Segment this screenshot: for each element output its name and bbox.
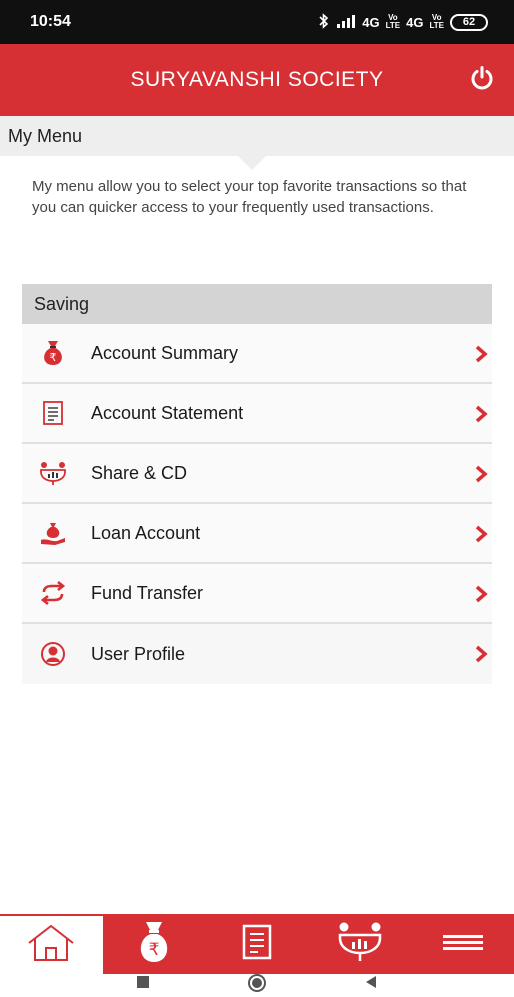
status-bar: 10:54 4G Vo LTE 4G Vo LTE 62 (0, 0, 514, 44)
nav-tab-account-summary[interactable]: ₹ (103, 914, 206, 974)
home-icon (25, 923, 77, 968)
bluetooth-icon (318, 12, 330, 32)
user-profile-icon (39, 640, 67, 668)
statement-icon (241, 923, 273, 966)
nav-tab-share-cd[interactable] (308, 914, 411, 974)
menu-header: My Menu (0, 116, 514, 156)
chevron-right-icon (474, 645, 488, 663)
power-icon[interactable] (468, 64, 496, 92)
nav-tab-statement[interactable] (206, 914, 309, 974)
menu-item-label: Share & CD (91, 462, 188, 483)
chevron-right-icon (474, 405, 488, 423)
share-chart-icon (336, 920, 384, 969)
menu-item-share-cd[interactable]: Share & CD (22, 444, 492, 504)
chevron-right-icon (474, 465, 488, 483)
bottom-nav: ₹ (0, 914, 514, 974)
transfer-arrows-icon (39, 579, 67, 607)
menu-bars-icon (442, 932, 483, 957)
network-type-label-2: 4G (406, 14, 424, 30)
menu-item-label: Account Summary (91, 342, 239, 363)
nav-tab-menu[interactable] (411, 914, 514, 974)
menu-item-account-statement[interactable]: Account Statement (22, 384, 492, 444)
menu-item-loan-account[interactable]: Loan Account (22, 504, 492, 564)
loan-hand-icon (39, 519, 67, 547)
recent-apps-icon[interactable] (135, 974, 151, 995)
statement-icon (39, 399, 67, 427)
money-bag-icon: ₹ (39, 339, 67, 367)
section-title: Saving (22, 284, 492, 324)
back-triangle-icon[interactable] (363, 974, 379, 995)
menu-item-label: User Profile (91, 643, 186, 664)
menu-item-label: Account Statement (91, 402, 244, 423)
volte-icon: Vo LTE (429, 13, 444, 30)
chevron-right-icon (474, 345, 488, 363)
volte-icon: Vo LTE (385, 13, 401, 30)
menu-item-label: Fund Transfer (91, 582, 204, 603)
menu-item-fund-transfer[interactable]: Fund Transfer (22, 564, 492, 624)
menu-description: My menu allow you to select your top fav… (32, 178, 467, 216)
menu-header-pointer (238, 156, 266, 170)
menu-item-user-profile[interactable]: User Profile (22, 624, 492, 684)
share-chart-icon (39, 459, 67, 487)
chevron-right-icon (474, 585, 488, 603)
menu-item-account-summary[interactable]: ₹ Account Summary (22, 324, 492, 384)
svg-text:₹: ₹ (50, 351, 57, 364)
status-icons: 4G Vo LTE 4G Vo LTE 62 (318, 12, 488, 32)
menu-item-label: Loan Account (91, 522, 201, 543)
app-header: SURYAVANSHI SOCIETY (0, 44, 514, 116)
menu-title: My Menu (8, 125, 83, 146)
network-type-label: 4G (362, 14, 380, 30)
chevron-right-icon (474, 525, 488, 543)
svg-text:₹: ₹ (149, 940, 160, 960)
money-bag-icon: ₹ (136, 920, 172, 969)
nav-tab-home[interactable] (0, 914, 103, 974)
saving-section: Saving ₹ Account Summary Account Stateme… (22, 284, 492, 684)
battery-icon: 62 (450, 13, 488, 31)
status-time: 10:54 (30, 13, 71, 30)
system-nav-bar (0, 974, 514, 994)
menu-list: ₹ Account Summary Account Statement Shar… (22, 324, 492, 684)
signal-icon (336, 14, 356, 31)
app-title: SURYAVANSHI SOCIETY (130, 68, 384, 91)
